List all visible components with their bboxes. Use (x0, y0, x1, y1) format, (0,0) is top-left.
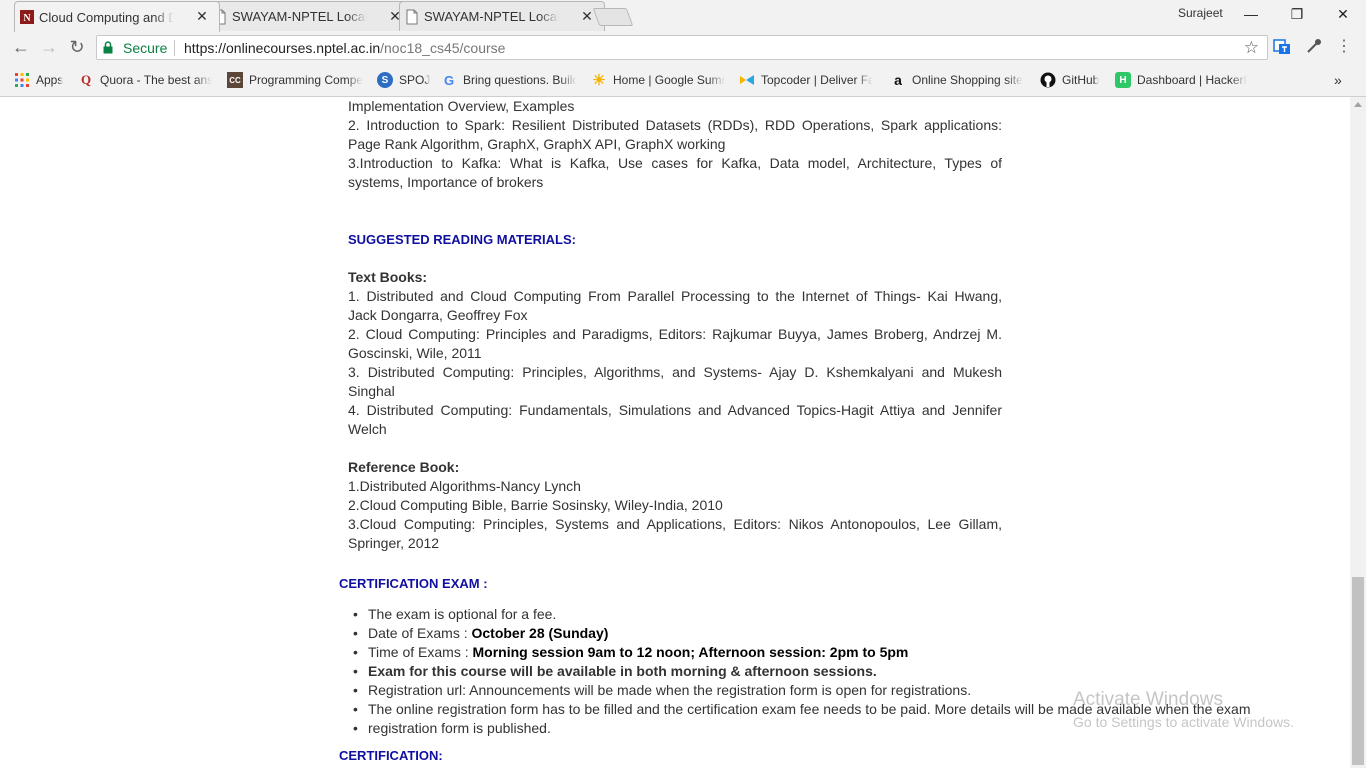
reading-materials: SUGGESTED READING MATERIALS: Text Books:… (348, 230, 1002, 553)
bookmark-star-icon[interactable]: ☆ (1244, 38, 1259, 58)
bookmark-quora[interactable]: Q Quora - The best ans (78, 72, 212, 88)
textbooks-heading: Text Books: (348, 269, 428, 285)
reference-line: 1.Distributed Algorithms-Nancy Lynch (348, 478, 581, 494)
lock-icon (103, 41, 113, 54)
tab-strip: N Cloud Computing and Di ✕ SWAYAM-NPTEL … (0, 0, 1366, 32)
profile-name[interactable]: Surajeet (1178, 6, 1223, 20)
tab-title: SWAYAM-NPTEL LocalCh (232, 9, 367, 24)
sun-icon: ☀ (592, 72, 606, 89)
quora-icon: Q (80, 72, 92, 87)
url-text[interactable]: https://onlinecourses.nptel.ac.in/noc18_… (184, 40, 505, 56)
translate-extension-icon[interactable] (1273, 37, 1291, 55)
forward-arrow-icon[interactable]: → (38, 37, 60, 59)
github-icon (1040, 72, 1056, 88)
reference-heading: Reference Book: (348, 459, 460, 475)
tab-title: SWAYAM-NPTEL LocalCh (424, 9, 559, 24)
bookmark-apps[interactable]: Apps (14, 72, 63, 88)
browser-toolbar: ← → ↻ Secure https://onlinecourses.nptel… (0, 31, 1366, 64)
tab-swayam-2[interactable]: SWAYAM-NPTEL LocalCh ✕ (399, 1, 605, 31)
certification-heading: CERTIFICATION: (339, 748, 443, 763)
bookmarks-bar: Apps Q Quora - The best ans CC Programmi… (0, 64, 1366, 97)
bookmark-label: Apps (36, 73, 64, 87)
menu-kebab-icon[interactable]: ⋮ (1333, 37, 1355, 59)
vertical-scrollbar[interactable] (1350, 97, 1366, 768)
window-close-icon[interactable]: ✕ (1323, 3, 1363, 25)
reference-line: Springer, 2012 (348, 535, 440, 551)
textbook-line: Goscinski, Wile, 2011 (348, 345, 482, 361)
minimize-icon[interactable]: — (1231, 3, 1271, 25)
bookmark-amazon[interactable]: a Online Shopping site (890, 72, 1023, 88)
reference-line: 2.Cloud Computing Bible, Barrie Sosinsky… (348, 497, 723, 513)
bookmark-label: GitHub (1062, 73, 1100, 87)
textbook-line: Jack Dongarra, Geoffrey Fox (348, 307, 528, 323)
content-line: systems, Importance of brokers (348, 174, 544, 190)
cert-exam-heading: CERTIFICATION EXAM : (339, 576, 488, 591)
list-item: Date of Exams : October 28 (Sunday) (348, 624, 1278, 643)
reference-line: 3.Cloud Computing: Principles, Systems a… (348, 516, 1002, 532)
lecture-topics: Implementation Overview, Examples 2. Int… (348, 97, 1002, 192)
address-bar[interactable]: Secure https://onlinecourses.nptel.ac.in… (96, 35, 1268, 60)
google-icon: G (443, 72, 455, 88)
textbook-line: 3. Distributed Computing: Principles, Al… (348, 364, 1002, 380)
scrollbar-thumb[interactable] (1352, 577, 1364, 765)
bookmark-spoj[interactable]: S SPOJ (377, 72, 430, 88)
page-content: Implementation Overview, Examples 2. Int… (0, 97, 1350, 768)
bookmark-google-summer[interactable]: ☀ Home | Google Sumr (591, 72, 725, 89)
bookmark-topcoder[interactable]: Topcoder | Deliver Fa (739, 72, 873, 88)
url-path: /noc18_cs45/course (380, 40, 506, 56)
bookmark-label: Topcoder | Deliver Fa (761, 73, 873, 87)
textbook-line: 2. Cloud Computing: Principles and Parad… (348, 326, 1002, 342)
content-line: Implementation Overview, Examples (348, 98, 575, 114)
bookmarks-overflow-icon[interactable]: » (1334, 72, 1342, 88)
bookmark-label: Quora - The best ans (100, 73, 212, 87)
tab-close-icon[interactable]: ✕ (580, 9, 594, 23)
textbook-line: 4. Distributed Computing: Fundamentals, … (348, 402, 1002, 418)
activate-windows-subtitle: Go to Settings to activate Windows. (1073, 714, 1294, 730)
textbook-line: Singhal (348, 383, 395, 399)
browser-chrome: N Cloud Computing and Di ✕ SWAYAM-NPTEL … (0, 0, 1366, 97)
activate-windows-title: Activate Windows (1073, 689, 1223, 710)
hackerrank-icon: H (1115, 72, 1131, 88)
eyedropper-extension-icon[interactable] (1305, 37, 1323, 55)
reading-heading: SUGGESTED READING MATERIALS: (348, 232, 576, 247)
apps-grid-icon (15, 73, 29, 87)
bookmark-label: Dashboard | HackerR (1137, 73, 1247, 87)
list-item: The exam is optional for a fee. (348, 605, 1278, 624)
reload-icon[interactable]: ↻ (66, 37, 88, 59)
tab-close-icon[interactable]: ✕ (195, 9, 209, 23)
tab-swayam-1[interactable]: SWAYAM-NPTEL LocalCh ✕ (207, 1, 413, 31)
content-line: 2. Introduction to Spark: Resilient Dist… (348, 117, 1002, 133)
new-tab-button[interactable] (592, 8, 634, 26)
spoj-icon: S (377, 72, 393, 88)
tab-cloud-computing[interactable]: N Cloud Computing and Di ✕ (14, 1, 220, 32)
textbook-line: Welch (348, 421, 387, 437)
maximize-icon[interactable]: ❐ (1277, 3, 1317, 25)
tab-title: Cloud Computing and Di (39, 9, 174, 25)
bookmark-google[interactable]: G Bring questions. Builc (441, 72, 577, 88)
topcoder-icon (740, 75, 754, 85)
url-host: https://onlinecourses.nptel.ac.in (184, 40, 381, 56)
back-arrow-icon[interactable]: ← (10, 37, 32, 59)
content-line: Page Rank Algorithm, GraphX, GraphX API,… (348, 136, 726, 152)
bookmark-label: SPOJ (399, 73, 431, 87)
bookmark-codechef[interactable]: CC Programming Compe (227, 72, 363, 88)
omnibox-divider (174, 40, 175, 56)
amazon-icon: a (894, 72, 902, 88)
secure-label: Secure (123, 40, 168, 56)
codechef-icon: CC (227, 72, 243, 88)
textbook-line: 1. Distributed and Cloud Computing From … (348, 288, 1002, 304)
list-item: Time of Exams : Morning session 9am to 1… (348, 643, 1278, 662)
bookmark-label: Home | Google Sumr (613, 73, 725, 87)
bookmark-label: Bring questions. Builc (463, 73, 577, 87)
nptel-favicon-icon: N (20, 10, 34, 24)
bookmark-hackerrank[interactable]: H Dashboard | HackerR (1115, 72, 1247, 88)
bookmark-github[interactable]: GitHub (1040, 72, 1099, 88)
content-line: 3.Introduction to Kafka: What is Kafka, … (348, 155, 1002, 171)
list-item: Exam for this course will be available i… (348, 662, 1278, 681)
bookmark-label: Online Shopping site (912, 73, 1023, 87)
svg-text:N: N (23, 13, 31, 24)
bookmark-label: Programming Compe (249, 73, 363, 87)
page-favicon-icon (406, 9, 418, 25)
scroll-up-arrow-icon[interactable] (1354, 102, 1362, 107)
